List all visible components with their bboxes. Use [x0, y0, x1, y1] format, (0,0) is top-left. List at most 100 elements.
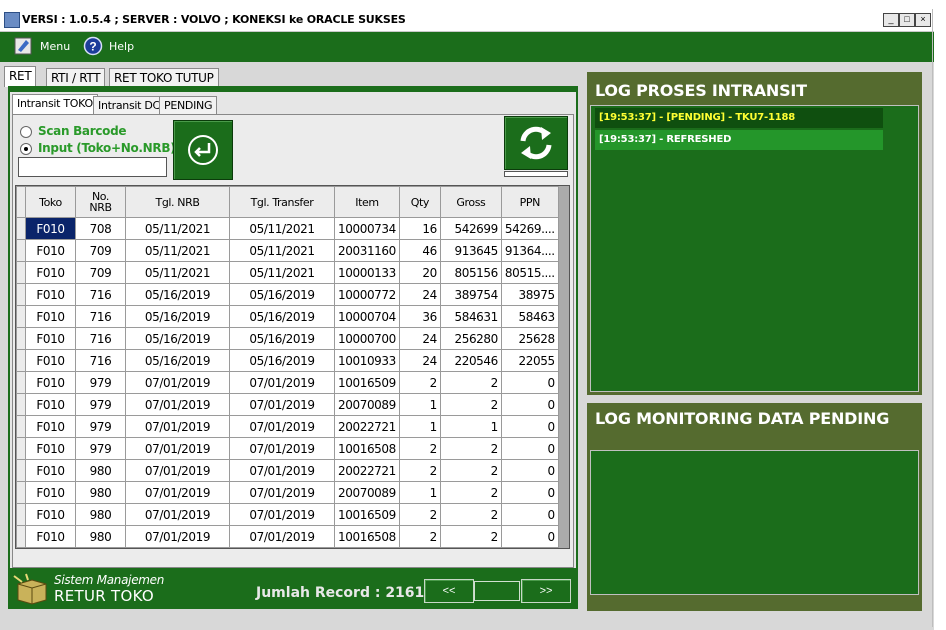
table-cell[interactable]: 709: [75, 239, 126, 262]
table-cell[interactable]: 0: [500, 393, 559, 416]
table-cell[interactable]: 05/16/2019: [229, 349, 335, 372]
table-cell[interactable]: 10016508: [334, 525, 400, 548]
table-cell[interactable]: 07/01/2019: [125, 415, 230, 438]
table-cell[interactable]: 805156: [439, 261, 502, 284]
table-cell[interactable]: 91364....: [500, 239, 559, 262]
table-cell[interactable]: 716: [75, 305, 126, 328]
table-row[interactable]: F010 980 07/01/2019 07/01/2019 10016509 2 2 0: [16, 503, 559, 526]
close-button[interactable]: ×: [915, 13, 931, 27]
table-row[interactable]: F010 980 07/01/2019 07/01/2019 20022721 2 2 0: [16, 459, 559, 482]
table-cell[interactable]: 24: [398, 349, 441, 372]
table-cell[interactable]: 38975: [500, 283, 559, 306]
table-cell[interactable]: 07/01/2019: [125, 481, 230, 504]
col-item[interactable]: Item: [334, 186, 400, 218]
table-cell[interactable]: 24: [398, 327, 441, 350]
table-cell[interactable]: 05/11/2021: [229, 239, 335, 262]
table-cell[interactable]: 716: [75, 349, 126, 372]
table-cell[interactable]: 2: [439, 503, 502, 526]
table-row[interactable]: F010 716 05/16/2019 05/16/2019 10000704 36 584…: [16, 305, 559, 328]
table-cell[interactable]: 2: [398, 371, 441, 394]
table-row[interactable]: F010 716 05/16/2019 05/16/2019 10000700 24 256…: [16, 327, 559, 350]
table-cell[interactable]: 07/01/2019: [229, 481, 335, 504]
table-cell[interactable]: 1: [439, 415, 502, 438]
table-cell[interactable]: 05/16/2019: [125, 327, 230, 350]
table-row[interactable]: F010 709 05/11/2021 05/11/2021 10000133 20 805…: [16, 261, 559, 284]
table-row[interactable]: F010 979 07/01/2019 07/01/2019 10016508 2 2 0: [16, 437, 559, 460]
table-cell[interactable]: 07/01/2019: [125, 393, 230, 416]
table-cell[interactable]: 10000734: [334, 217, 400, 240]
table-cell[interactable]: 07/01/2019: [125, 525, 230, 548]
table-cell[interactable]: 0: [500, 503, 559, 526]
table-cell[interactable]: 10016509: [334, 371, 400, 394]
table-cell[interactable]: 980: [75, 503, 126, 526]
table-cell[interactable]: 10000700: [334, 327, 400, 350]
table-cell[interactable]: 20022721: [334, 415, 400, 438]
table-cell[interactable]: 16: [398, 217, 441, 240]
table-cell[interactable]: 22055: [500, 349, 559, 372]
col-no-nrb[interactable]: No. NRB: [75, 186, 126, 218]
table-cell[interactable]: 0: [500, 371, 559, 394]
table-cell[interactable]: 0: [500, 459, 559, 482]
refresh-button[interactable]: [504, 116, 568, 170]
table-cell[interactable]: 07/01/2019: [229, 393, 335, 416]
table-cell[interactable]: 05/11/2021: [229, 217, 335, 240]
table-cell[interactable]: 10016508: [334, 437, 400, 460]
table-cell[interactable]: 25628: [500, 327, 559, 350]
table-cell[interactable]: 46: [398, 239, 441, 262]
table-cell[interactable]: 709: [75, 261, 126, 284]
table-cell[interactable]: 979: [75, 371, 126, 394]
page-input[interactable]: [474, 581, 520, 601]
table-cell[interactable]: 36: [398, 305, 441, 328]
table-cell[interactable]: 2: [439, 371, 502, 394]
col-gross[interactable]: Gross: [439, 186, 502, 218]
maximize-button[interactable]: □: [899, 13, 915, 27]
table-cell[interactable]: 07/01/2019: [229, 459, 335, 482]
table-cell[interactable]: 20: [398, 261, 441, 284]
table-cell[interactable]: 05/16/2019: [229, 283, 335, 306]
next-page-button[interactable]: >>: [521, 579, 571, 603]
table-cell[interactable]: 1: [398, 481, 441, 504]
table-cell[interactable]: F010: [25, 415, 76, 438]
table-cell[interactable]: 07/01/2019: [125, 371, 230, 394]
toko-nrb-input[interactable]: [18, 157, 167, 177]
row-selector[interactable]: [16, 349, 26, 372]
table-cell[interactable]: 708: [75, 217, 126, 240]
table-cell[interactable]: 58463: [500, 305, 559, 328]
table-cell[interactable]: 10000133: [334, 261, 400, 284]
table-cell[interactable]: 05/11/2021: [125, 239, 230, 262]
enter-button[interactable]: [173, 120, 233, 180]
table-cell[interactable]: F010: [25, 239, 76, 262]
tab-rti-rtt[interactable]: RTI / RTT: [46, 68, 106, 87]
table-row[interactable]: F010 980 07/01/2019 07/01/2019 20070089 1 2 0: [16, 481, 559, 504]
row-selector[interactable]: [16, 503, 26, 526]
table-cell[interactable]: 24: [398, 283, 441, 306]
table-cell[interactable]: F010: [25, 283, 76, 306]
table-cell[interactable]: F010: [25, 393, 76, 416]
row-selector[interactable]: [16, 305, 26, 328]
tab-intransit-dc[interactable]: Intransit DC: [93, 96, 165, 115]
table-row[interactable]: F010 716 05/16/2019 05/16/2019 10010933 24 220…: [16, 349, 559, 372]
table-cell[interactable]: 07/01/2019: [229, 437, 335, 460]
col-toko[interactable]: Toko: [25, 186, 76, 218]
table-row[interactable]: F010 979 07/01/2019 07/01/2019 10016509 2 2 0: [16, 371, 559, 394]
table-cell[interactable]: 2: [439, 437, 502, 460]
row-selector[interactable]: [16, 415, 26, 438]
table-cell[interactable]: 20022721: [334, 459, 400, 482]
help-button[interactable]: ? Help: [83, 36, 135, 58]
table-cell[interactable]: 10010933: [334, 349, 400, 372]
tab-pending[interactable]: PENDING: [159, 96, 218, 115]
table-row[interactable]: F010 709 05/11/2021 05/11/2021 20031160 46 913…: [16, 239, 559, 262]
table-row[interactable]: F010 979 07/01/2019 07/01/2019 20070089 1 2 0: [16, 393, 559, 416]
table-cell[interactable]: 0: [500, 525, 559, 548]
table-cell[interactable]: 980: [75, 459, 126, 482]
radio-input-toko-nrb[interactable]: [20, 143, 32, 155]
table-cell[interactable]: F010: [25, 217, 76, 240]
row-selector[interactable]: [16, 327, 26, 350]
row-selector[interactable]: [16, 371, 26, 394]
table-cell[interactable]: 2: [439, 393, 502, 416]
table-cell[interactable]: 716: [75, 327, 126, 350]
table-row[interactable]: F010 980 07/01/2019 07/01/2019 10016508 2 2 0: [16, 525, 559, 548]
table-cell[interactable]: 584631: [439, 305, 502, 328]
tab-ret[interactable]: RET: [4, 66, 37, 87]
minimize-button[interactable]: _: [883, 13, 899, 27]
